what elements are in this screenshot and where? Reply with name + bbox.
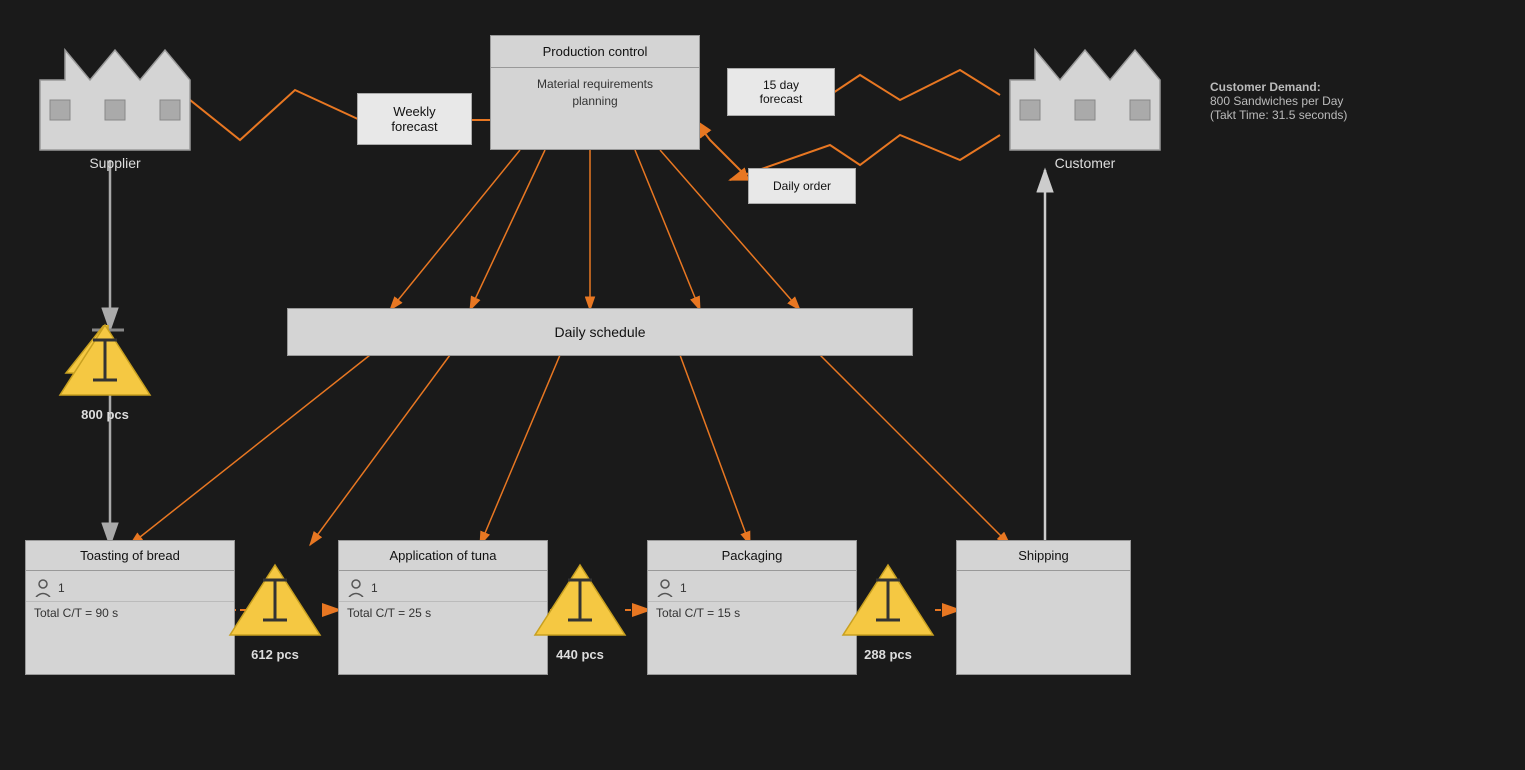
tuna-title: Application of tuna — [339, 541, 547, 571]
customer-demand: Customer Demand: 800 Sandwiches per Day … — [1210, 80, 1490, 122]
packaging-operator: 1 — [648, 571, 856, 601]
inventory-triangle-612: 612 pcs — [225, 560, 325, 640]
daily-schedule-label: Daily schedule — [554, 324, 645, 340]
forecast-15day-label: 15 dayforecast — [760, 78, 803, 106]
production-control-subtitle: Material requirementsplanning — [491, 68, 699, 118]
inventory-288-label: 288 pcs — [838, 647, 938, 662]
packaging-ct: Total C/T = 15 s — [648, 601, 856, 627]
supplier-icon: Supplier — [30, 30, 200, 160]
customer-demand-title: Customer Demand: — [1210, 80, 1490, 94]
production-control-title: Production control — [491, 36, 699, 68]
shipping-box: Shipping — [956, 540, 1131, 675]
packaging-box: Packaging 1 Total C/T = 15 s — [647, 540, 857, 675]
forecast-15day-box: 15 dayforecast — [727, 68, 835, 116]
diagram: Supplier Customer Production control Mat… — [0, 0, 1525, 770]
production-control-box: Production control Material requirements… — [490, 35, 700, 150]
packaging-title: Packaging — [648, 541, 856, 571]
daily-order-box: Daily order — [748, 168, 856, 204]
customer-icon: Customer — [1000, 30, 1170, 160]
toasting-operator: 1 — [26, 571, 234, 601]
toasting-title: Toasting of bread — [26, 541, 234, 571]
inventory-612-label: 612 pcs — [225, 647, 325, 662]
toasting-box: Toasting of bread 1 Total C/T = 90 s — [25, 540, 235, 675]
inventory-triangle-supplier: 800 pcs — [55, 320, 155, 400]
customer-demand-line2: (Takt Time: 31.5 seconds) — [1210, 108, 1490, 122]
tuna-ct: Total C/T = 25 s — [339, 601, 547, 627]
inventory-triangle-288: 288 pcs — [838, 560, 938, 640]
customer-demand-line1: 800 Sandwiches per Day — [1210, 94, 1490, 108]
toasting-ct: Total C/T = 90 s — [26, 601, 234, 627]
tuna-operator: 1 — [339, 571, 547, 601]
inventory-supplier-label: 800 pcs — [55, 407, 155, 422]
daily-order-label: Daily order — [773, 179, 831, 193]
shipping-title: Shipping — [957, 541, 1130, 571]
inventory-440-label: 440 pcs — [530, 647, 630, 662]
shipping-body — [957, 571, 1130, 583]
daily-schedule-box: Daily schedule — [287, 308, 913, 356]
weekly-forecast-label: Weekly forecast — [391, 104, 437, 134]
weekly-forecast-box: Weekly forecast — [357, 93, 472, 145]
tuna-box: Application of tuna 1 Total C/T = 25 s — [338, 540, 548, 675]
inventory-triangle-440: 440 pcs — [530, 560, 630, 640]
